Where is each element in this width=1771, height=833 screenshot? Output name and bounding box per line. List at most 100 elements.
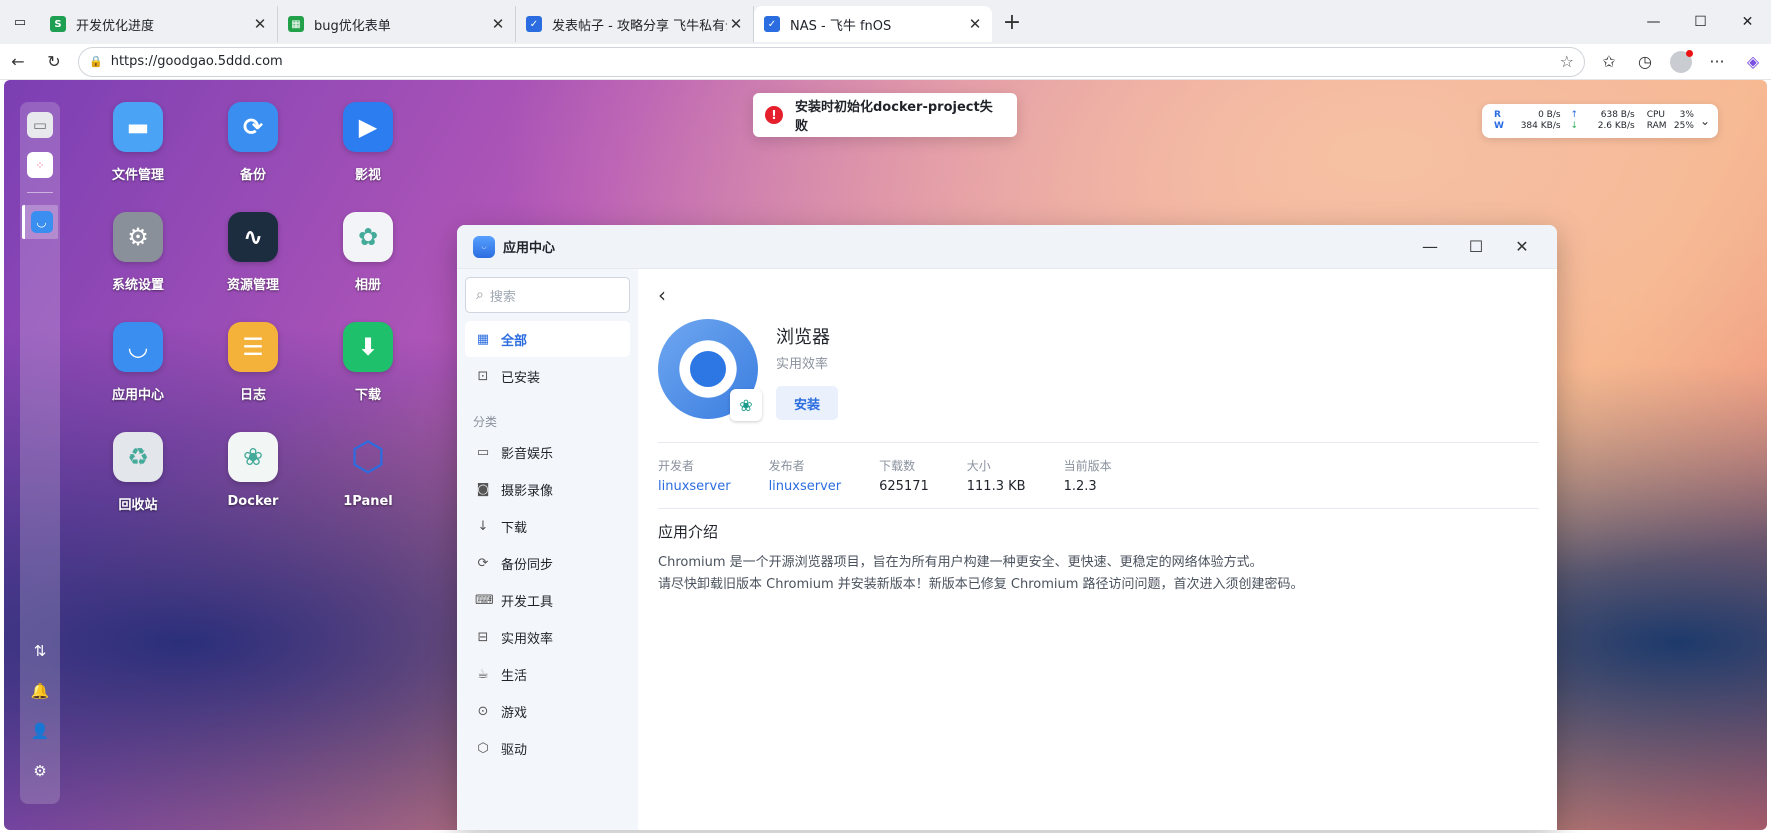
error-toast: ! 安装时初始化docker-project失败 (753, 93, 1017, 137)
upload-value: 638 B/s (1600, 110, 1635, 120)
meta-value[interactable]: linuxserver (769, 479, 842, 494)
tab-actions-icon[interactable]: ▭ (0, 0, 40, 44)
meta-key: 当前版本 (1063, 459, 1112, 473)
window-maximize-icon[interactable]: ☐ (1453, 237, 1499, 256)
back-chevron-icon[interactable]: ‹ (658, 281, 686, 309)
meta-key: 下载数 (879, 459, 916, 473)
resource-monitor[interactable]: R W 0 B/s 384 KB/s ↑ ↓ 638 B/s 2.6 KB/s … (1482, 104, 1718, 138)
category-icon: ⊙ (477, 703, 489, 719)
desktop-app-1[interactable]: ▬ 文件管理 (88, 102, 188, 183)
cpu-value: 3% (1679, 110, 1694, 120)
app-detail: ‹ ❀ 浏览器 实用效率 安装 开发者 linuxserver 发布者 linuxse… (638, 269, 1557, 830)
profile-button[interactable] (1663, 46, 1699, 78)
category-item[interactable]: ↓ 下载 (465, 508, 630, 544)
address-bar[interactable]: 🔒 https://goodgao.5ddd.com ☆ (78, 46, 1585, 77)
tab-title: NAS - 飞牛 fnOS (790, 18, 892, 34)
desktop-app-6[interactable]: ✿ 相册 (318, 212, 418, 293)
meta-value: 625171 (879, 479, 929, 494)
favorites-icon[interactable]: ✩ (1591, 46, 1627, 78)
desktop-app-12[interactable]: ⬡ 1Panel (318, 432, 418, 509)
nav-item-installed[interactable]: ⊡ 已安装 (465, 358, 630, 394)
copilot-icon[interactable]: ◈ (1735, 46, 1771, 78)
nav-label: 已安装 (501, 370, 541, 386)
avatar (1670, 49, 1693, 73)
bell-icon[interactable]: 🔔 (27, 678, 53, 704)
search-input[interactable]: ⌕ 搜索 (465, 277, 630, 313)
app-icon: ⟳ (228, 102, 278, 152)
user-icon[interactable]: 👤 (27, 718, 53, 744)
nav-item-all[interactable]: ▦ 全部 (465, 321, 630, 357)
desktop-app-2[interactable]: ⟳ 备份 (203, 102, 303, 183)
app-label: 影视 (354, 168, 381, 183)
chevron-down-icon[interactable]: ⌄ (1700, 115, 1710, 127)
dock-app-center-icon[interactable]: ◡ (22, 205, 58, 239)
desktop-app-10[interactable]: ♻ 回收站 (88, 432, 188, 513)
desktop-icon[interactable]: ▭ (27, 112, 53, 138)
divider (658, 442, 1539, 443)
tab-close-icon[interactable]: ✕ (489, 15, 507, 33)
app-center-logo-icon: ◡ (473, 235, 495, 258)
meta-value[interactable]: linuxserver (658, 479, 731, 494)
window-titlebar[interactable]: ◡ 应用中心 — ☐ ✕ (457, 225, 1557, 269)
category-label: 开发工具 (501, 594, 554, 610)
intro-line: 请尽快卸载旧版本 Chromium 并安装新版本！新版本已修复 Chromium… (658, 577, 1304, 592)
desktop-app-8[interactable]: ☰ 日志 (203, 322, 303, 403)
app-icon: ⬇ (343, 322, 393, 372)
read-value: 0 B/s (1538, 110, 1561, 120)
chromium-app-icon: ❀ (658, 319, 762, 421)
category-item[interactable]: ☕ 生活 (465, 656, 630, 692)
meta-key: 发布者 (768, 459, 805, 473)
tab-favicon-icon: S (50, 16, 66, 32)
desktop-app-3[interactable]: ▶ 影视 (318, 102, 418, 183)
app-icon: ✿ (343, 212, 393, 262)
more-icon[interactable]: ··· (1699, 46, 1735, 78)
app-label: 1Panel (343, 494, 393, 509)
app-label: 文件管理 (111, 168, 164, 183)
category-item[interactable]: ▭ 影音娱乐 (465, 434, 630, 470)
category-icon: ⟳ (477, 555, 489, 571)
tab-favicon-icon: ▦ (288, 16, 304, 32)
desktop-app-5[interactable]: ∿ 资源管理 (203, 212, 303, 293)
category-item[interactable]: ⌨ 开发工具 (465, 582, 630, 618)
settings-gear-icon[interactable]: ⚙ (27, 758, 53, 784)
meta-value: 1.2.3 (1063, 479, 1097, 494)
browser-tab[interactable]: ✓ NAS - 飞牛 fnOS ✕ (754, 6, 992, 42)
category-item[interactable]: ⊙ 游戏 (465, 693, 630, 729)
category-item[interactable]: ⊟ 实用效率 (465, 619, 630, 655)
transfer-icon[interactable]: ⇅ (27, 638, 53, 664)
category-icon: ☕ (477, 666, 489, 682)
refresh-icon[interactable]: ↻ (36, 46, 72, 78)
category-item[interactable]: ⟳ 备份同步 (465, 545, 630, 581)
desktop-app-4[interactable]: ⚙ 系统设置 (88, 212, 188, 293)
back-arrow-icon[interactable]: ← (0, 46, 36, 78)
browser-tab[interactable]: ▦ bug优化表单 ✕ (278, 6, 516, 42)
desktop-app-7[interactable]: ◡ 应用中心 (88, 322, 188, 403)
history-icon[interactable]: ◷ (1627, 46, 1663, 78)
install-button[interactable]: 安装 (776, 386, 838, 420)
category-item[interactable]: ⬡ 驱动 (465, 730, 630, 766)
category-item[interactable]: ◙ 摄影录像 (465, 471, 630, 507)
tab-close-icon[interactable]: ✕ (966, 15, 984, 33)
close-icon[interactable]: ✕ (1724, 0, 1771, 44)
new-tab-button[interactable]: + (992, 0, 1032, 44)
search-icon: ⌕ (476, 287, 484, 303)
tab-close-icon[interactable]: ✕ (251, 15, 269, 33)
maximize-icon[interactable]: ☐ (1677, 0, 1724, 44)
category-label: 驱动 (501, 742, 528, 758)
window-minimize-icon[interactable]: — (1407, 237, 1453, 256)
desktop-app-9[interactable]: ⬇ 下载 (318, 322, 418, 403)
meta-field: 当前版本 1.2.3 (1064, 457, 1112, 494)
minimize-icon[interactable]: — (1630, 0, 1677, 44)
download-value: 2.6 KB/s (1597, 121, 1635, 131)
net-icons: ↑ ↓ (1571, 110, 1579, 132)
desktop-app-11[interactable]: ❀ Docker (203, 432, 303, 509)
browser-tab[interactable]: S 开发优化进度 ✕ (40, 6, 278, 42)
favorite-star-icon[interactable]: ☆ (1560, 52, 1574, 71)
read-label: R (1494, 110, 1501, 120)
browser-tab[interactable]: ✓ 发表帖子 - 攻略分享 飞牛私有云论坛✕ (516, 6, 754, 42)
window-close-icon[interactable]: ✕ (1499, 237, 1545, 256)
launcher-icon[interactable]: ⁘ (27, 152, 53, 178)
upload-arrow-icon: ↑ (1570, 110, 1579, 120)
tab-close-icon[interactable]: ✕ (727, 15, 745, 33)
chromium-core-icon (684, 345, 732, 393)
